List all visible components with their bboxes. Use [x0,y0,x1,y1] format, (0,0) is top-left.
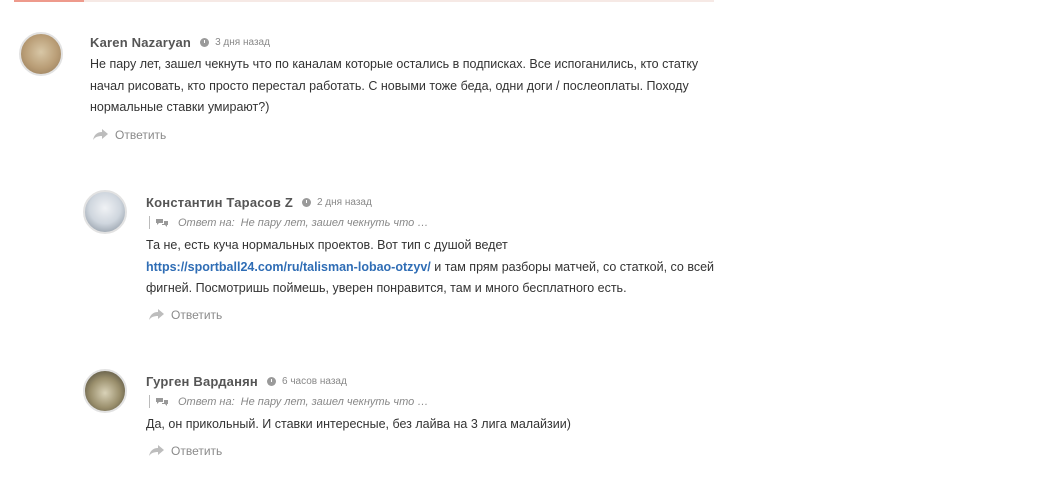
avatar[interactable] [19,32,63,76]
clock-icon [267,377,276,386]
speech-bubbles-icon [156,397,168,406]
reply-arrow-icon [149,445,164,456]
reply-to-bar [149,216,150,229]
reply-button[interactable]: Ответить [93,128,166,142]
section-divider [14,0,714,2]
reply-to-bar [149,395,150,408]
reply-to-link[interactable]: Не пару лет, зашел чекнуть что … [241,217,429,229]
reply-to-link[interactable]: Не пару лет, зашел чекнуть что … [241,396,429,408]
comment-author[interactable]: Константин Тарасов Z [146,195,293,210]
comment-text: Та не, есть куча нормальных проектов. Во… [146,235,726,300]
comment-text-before: Та не, есть куча нормальных проектов. Во… [146,238,508,252]
comment-text: Да, он прикольный. И ставки интересные, … [146,417,571,431]
divider-accent [14,0,84,2]
comment-header: Karen Nazaryan 3 дня назад [90,35,270,50]
clock-icon [200,38,210,47]
comment-author[interactable]: Karen Nazaryan [90,35,191,50]
reply-label: Ответить [115,128,167,142]
comment-author[interactable]: Гурген Варданян [146,374,258,389]
reply-to-label: Ответ на: [178,395,235,408]
comment-time[interactable]: 2 дня назад [317,197,372,208]
comment-time[interactable]: 6 часов назад [282,376,347,387]
comment-time[interactable]: 3 дня назад [215,37,270,48]
comment-header: Константин Тарасов Z 2 дня назад [146,195,372,210]
reply-arrow-icon [149,309,164,320]
reply-label: Ответить [171,444,223,458]
reply-button[interactable]: Ответить [149,444,222,458]
reply-to: Ответ на: Не пару лет, зашел чекнуть что… [149,395,428,408]
comment-header: Гурген Варданян 6 часов назад [146,374,347,389]
avatar[interactable] [83,369,127,413]
comment-link[interactable]: https://sportball24.com/ru/talisman-loba… [146,260,431,274]
reply-label: Ответить [171,308,223,322]
reply-arrow-icon [93,129,108,140]
speech-bubbles-icon [156,218,168,227]
clock-icon [301,198,311,207]
comment-text: Не пару лет, зашел чекнуть что по канала… [90,57,699,114]
reply-to: Ответ на: Не пару лет, зашел чекнуть что… [149,216,428,229]
reply-button[interactable]: Ответить [149,308,222,322]
avatar[interactable] [83,190,127,234]
reply-to-label: Ответ на: [178,216,235,229]
